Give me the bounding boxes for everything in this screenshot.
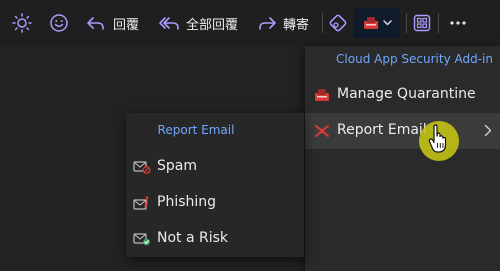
reply-all-button[interactable]: 全部回覆 xyxy=(157,9,238,37)
chevron-down-icon xyxy=(383,20,392,26)
menu-item-manage-quarantine[interactable]: Manage Quarantine xyxy=(305,77,500,113)
tag-icon xyxy=(329,14,347,32)
addin-dropdown-menu: Cloud App Security Add-in Manage Quarant… xyxy=(305,46,500,271)
submenu-item-label: Spam xyxy=(157,158,197,174)
toolbar-divider xyxy=(438,13,439,33)
submenu-item-phishing[interactable]: Phishing xyxy=(126,185,304,221)
submenu-item-spam[interactable]: Spam xyxy=(126,149,304,185)
report-email-submenu: Report Email Spam Phishing Not a Risk xyxy=(126,113,304,257)
submenu-item-label: Not a Risk xyxy=(157,230,229,246)
reply-icon xyxy=(87,17,104,30)
emoji-button[interactable] xyxy=(48,9,70,37)
theme-toggle-button[interactable] xyxy=(11,9,33,37)
reply-button[interactable]: 回覆 xyxy=(85,9,139,37)
toolbar-divider xyxy=(322,13,323,33)
apps-button[interactable] xyxy=(411,9,433,37)
forward-icon xyxy=(259,17,276,30)
quarantine-icon xyxy=(315,89,329,101)
smiley-icon xyxy=(50,14,68,32)
toolbar-divider xyxy=(406,13,407,33)
menu-item-label: Report Email xyxy=(337,122,427,138)
hand-cursor-icon xyxy=(428,124,447,153)
submenu-title: Report Email xyxy=(157,123,235,137)
forward-button[interactable]: 轉寄 xyxy=(256,9,309,37)
spam-icon xyxy=(133,161,151,174)
categorize-button[interactable] xyxy=(327,9,349,37)
reply-label: 回覆 xyxy=(113,17,140,33)
submenu-item-label: Phishing xyxy=(157,194,217,210)
not-a-risk-icon xyxy=(133,233,150,246)
sun-icon xyxy=(12,13,32,33)
reply-all-icon xyxy=(159,17,179,30)
more-options-button[interactable] xyxy=(448,9,468,37)
ribbon-toolbar: 回覆 全部回覆 轉寄 xyxy=(0,0,500,46)
forward-label: 轉寄 xyxy=(283,17,310,33)
addin-icon xyxy=(364,17,378,29)
submenu-item-not-a-risk[interactable]: Not a Risk xyxy=(126,221,304,257)
report-email-icon xyxy=(315,125,329,137)
apps-grid-icon xyxy=(413,14,431,32)
cloud-app-security-addin-button[interactable] xyxy=(354,8,400,38)
addin-menu-title: Cloud App Security Add-in xyxy=(336,52,493,66)
menu-item-report-email[interactable]: Report Email xyxy=(305,113,500,149)
more-icon xyxy=(450,21,466,25)
reply-all-label: 全部回覆 xyxy=(186,17,239,33)
menu-item-label: Manage Quarantine xyxy=(337,86,476,102)
chevron-right-icon xyxy=(484,124,492,137)
phishing-icon xyxy=(133,196,149,210)
